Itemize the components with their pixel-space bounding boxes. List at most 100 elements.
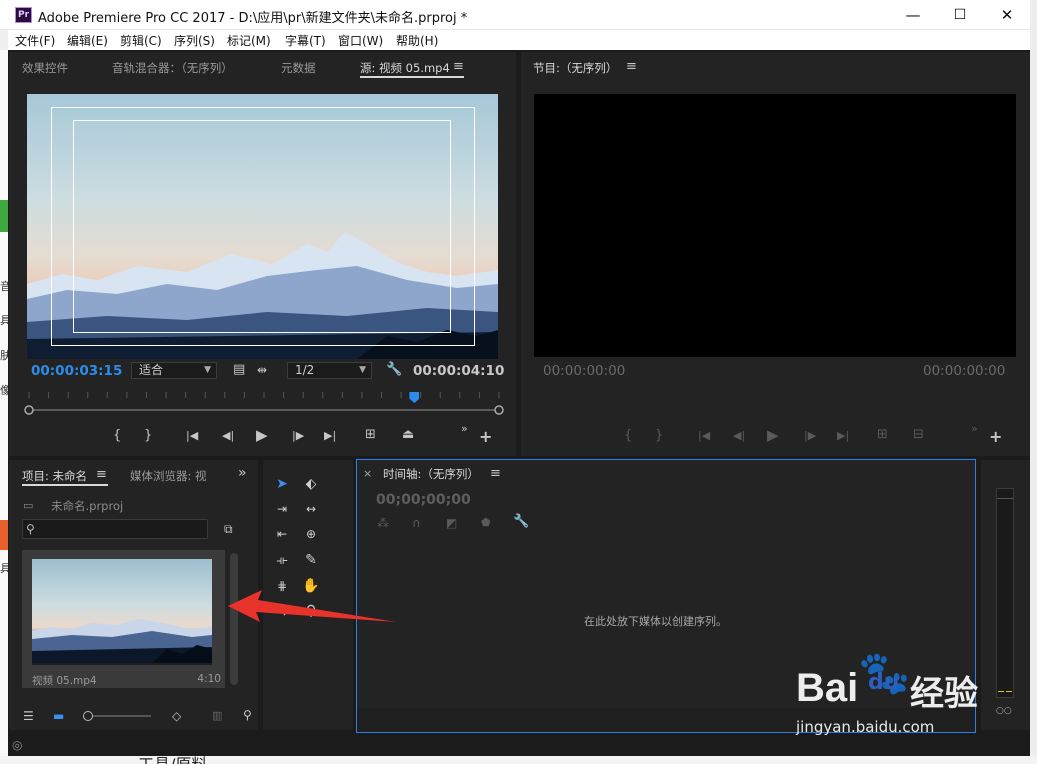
clip-thumbnail-card[interactable]: 视频 05.mp4 4:10 (22, 550, 225, 688)
panel-menu-icon[interactable]: ≡ (626, 60, 637, 74)
automate-icon[interactable]: ▥ (212, 709, 222, 723)
project-search-input[interactable]: ⚲ (22, 519, 208, 539)
source-video-frame[interactable] (27, 94, 498, 359)
mark-in-icon[interactable]: { (113, 429, 121, 443)
go-to-in-icon[interactable]: |◀ (186, 429, 198, 443)
titlebar: Pr Adobe Premiere Pro CC 2017 - D:\应用\pr… (0, 0, 1030, 30)
button-editor-overflow-icon[interactable]: » (461, 422, 468, 436)
lift-icon[interactable]: ⊞ (877, 428, 888, 442)
timeline-settings-wrench-icon[interactable]: 🔧 (513, 515, 529, 529)
panel-menu-icon[interactable]: ≡ (453, 60, 464, 74)
menu-sequence[interactable]: 序列(S) (174, 32, 215, 49)
fit-zoom-select[interactable]: 适合 ▼ (131, 362, 217, 379)
mark-in-icon[interactable]: { (624, 429, 632, 443)
menu-edit[interactable]: 编辑(E) (67, 32, 108, 49)
add-button-icon[interactable]: + (989, 429, 1002, 445)
panel-overflow-icon[interactable]: » (238, 466, 247, 480)
sort-icon[interactable]: ◇ (172, 709, 181, 723)
add-marker-icon[interactable]: ⬟ (481, 516, 491, 530)
tab-metadata[interactable]: 元数据 (281, 60, 316, 76)
export-frame-icon[interactable]: ▤ (233, 363, 245, 377)
menu-help[interactable]: 帮助(H) (396, 32, 438, 49)
creative-cloud-icon[interactable]: ◎ (12, 738, 22, 752)
insert-icon[interactable]: ⊞ (365, 428, 376, 442)
background-window-right (1030, 0, 1037, 764)
tab-effect-controls[interactable]: 效果控件 (22, 60, 68, 76)
button-editor-overflow-icon[interactable]: » (971, 422, 978, 436)
icon-view-icon[interactable]: ▬ (53, 709, 64, 723)
program-video-frame[interactable] (534, 94, 1016, 357)
drag-video-icon[interactable]: ⇹ (257, 363, 267, 377)
go-to-in-icon[interactable]: |◀ (698, 429, 710, 443)
fit-zoom-value: 适合 (139, 363, 164, 377)
step-back-icon[interactable]: ◀| (733, 429, 745, 443)
zoom-tool-icon[interactable]: ⚲ (300, 601, 322, 621)
zoom-slider[interactable] (89, 715, 151, 717)
extract-icon[interactable]: ⊟ (913, 428, 924, 442)
project-scrollbar[interactable] (230, 553, 238, 685)
source-duration-timecode: 00:00:04:10 (413, 363, 505, 379)
find-icon[interactable]: ⧉ (224, 522, 233, 536)
go-to-out-icon[interactable]: ▶| (324, 429, 336, 443)
step-forward-icon[interactable]: |▶ (804, 429, 816, 443)
source-current-timecode[interactable]: 00:00:03:15 (31, 363, 122, 379)
close-button[interactable]: ✕ (984, 0, 1030, 30)
clip-duration: 4:10 (197, 673, 221, 685)
thumbnail-scrub-bar[interactable] (32, 663, 212, 665)
tab-audio-track-mixer[interactable]: 音轨混合器：（无序列） (112, 60, 233, 76)
play-icon[interactable]: ▶ (256, 428, 268, 443)
timeline-title[interactable]: 时间轴:（无序列） (383, 466, 479, 482)
playback-resolution-select[interactable]: 1/2 ▼ (287, 362, 372, 379)
nest-sequence-icon[interactable]: ⁂ (377, 516, 389, 530)
program-title[interactable]: 节目:（无序列） (533, 60, 617, 76)
program-monitor-panel: 节目:（无序列） ≡ 00:00:00:00 00:00:00:00 { } |… (521, 52, 1030, 456)
hand-tool-icon[interactable]: ✋ (300, 576, 322, 596)
bg-green-block (0, 200, 8, 232)
project-panel: 项目: 未命名 ≡ 媒体浏览器: 视 » ▭ 未命名.prproj ⚲ ⧉ 视频… (9, 460, 258, 730)
track-select-tool-icon[interactable]: ⬖ (300, 474, 322, 494)
active-tab-underline (360, 76, 464, 78)
step-forward-icon[interactable]: |▶ (292, 429, 304, 443)
menu-window[interactable]: 窗口(W) (338, 32, 383, 49)
slip-tool-icon[interactable]: ⋕ (271, 576, 293, 596)
source-time-ruler[interactable] (21, 386, 511, 416)
find-icon[interactable]: ⚲ (243, 708, 252, 722)
overwrite-icon[interactable]: ⏏ (402, 428, 414, 442)
menu-clip[interactable]: 剪辑(C) (120, 32, 162, 49)
panel-menu-icon[interactable]: ≡ (96, 468, 107, 482)
panel-menu-icon[interactable]: ≡ (490, 467, 501, 481)
play-icon[interactable]: ▶ (767, 428, 779, 443)
list-view-icon[interactable]: ☰ (23, 709, 34, 723)
menu-marker[interactable]: 标记(M) (227, 32, 271, 49)
menu-title[interactable]: 字幕(T) (285, 32, 326, 49)
tab-project[interactable]: 项目: 未命名 (22, 468, 87, 484)
menu-file[interactable]: 文件(F) (15, 32, 55, 49)
mark-out-icon[interactable]: } (144, 429, 152, 443)
razor-tool-icon[interactable]: ⟛ (271, 550, 293, 570)
snap-icon[interactable]: ∩ (412, 516, 421, 530)
tab-media-browser[interactable]: 媒体浏览器: 视 (130, 468, 216, 484)
clip-name: 视频 05.mp4 (32, 675, 97, 687)
selection-tool-icon[interactable]: ➤ (271, 474, 293, 494)
zoom-slider-handle[interactable] (83, 711, 93, 721)
timeline-timecode[interactable]: 00;00;00;00 (376, 492, 471, 508)
add-button-icon[interactable]: + (479, 429, 492, 445)
minimize-button[interactable]: — (890, 0, 936, 30)
ripple-edit-tool-icon[interactable]: ⇥ (271, 499, 293, 519)
pen-tool-icon[interactable]: ✎ (300, 550, 322, 570)
rate-stretch-tool-icon[interactable]: ↔ (300, 499, 322, 519)
zoom-out-tool-icon[interactable]: ⇉ (271, 601, 293, 621)
step-back-icon[interactable]: ◀| (222, 429, 234, 443)
wrench-icon[interactable]: 🔧 (386, 363, 402, 377)
linked-selection-icon[interactable]: ◩ (446, 516, 457, 530)
tab-source[interactable]: 源: 视频 05.mp4 (360, 60, 450, 76)
program-current-timecode[interactable]: 00:00:00:00 (543, 363, 625, 379)
close-icon[interactable]: × (363, 467, 372, 481)
maximize-button[interactable]: ☐ (937, 0, 983, 30)
go-to-out-icon[interactable]: ▶| (837, 429, 849, 443)
rolling-edit-tool-icon[interactable]: ⇤ (271, 524, 293, 544)
mark-out-icon[interactable]: } (655, 429, 663, 443)
bg-char: 具 (0, 562, 8, 575)
slide-tool-icon[interactable]: ⊕ (300, 524, 322, 544)
background-window-edge: 音 具 肤 像 具 (0, 50, 8, 764)
